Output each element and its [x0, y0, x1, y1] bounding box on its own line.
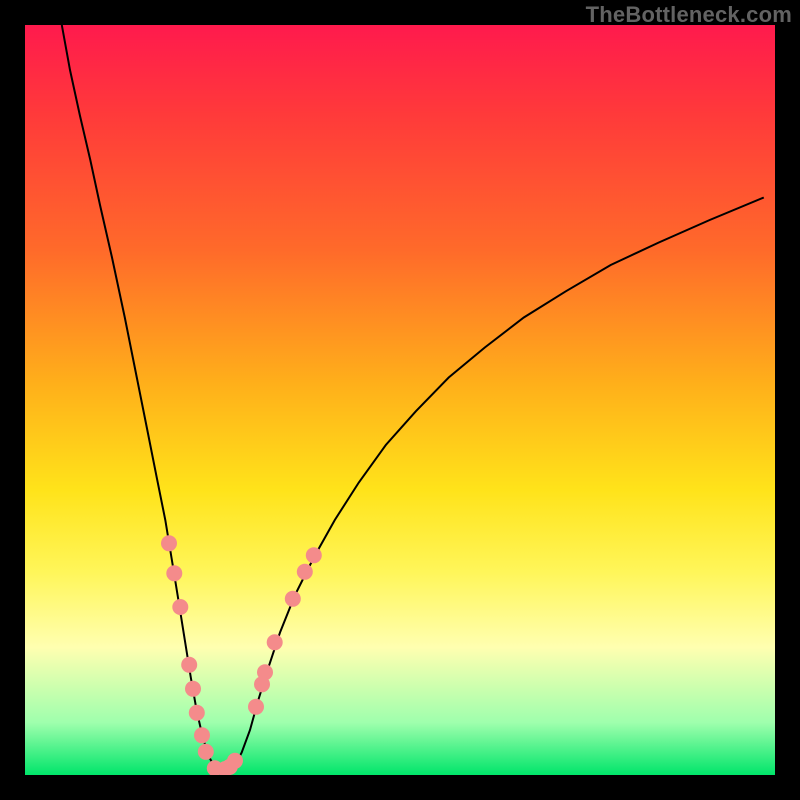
- data-points-group: [161, 535, 322, 775]
- data-point: [172, 599, 188, 615]
- curve-left-branch: [62, 25, 228, 771]
- data-point: [166, 565, 182, 581]
- data-point: [248, 699, 264, 715]
- data-point: [285, 591, 301, 607]
- data-point: [194, 727, 210, 743]
- chart-frame: TheBottleneck.com: [0, 0, 800, 800]
- data-point: [181, 657, 197, 673]
- data-point: [306, 547, 322, 563]
- chart-plot-area: [25, 25, 775, 775]
- data-point: [189, 705, 205, 721]
- data-point: [227, 753, 243, 769]
- curve-right-branch: [228, 198, 764, 772]
- watermark-label: TheBottleneck.com: [586, 2, 792, 28]
- data-point: [297, 564, 313, 580]
- data-point: [161, 535, 177, 551]
- data-point: [257, 664, 273, 680]
- data-point: [267, 634, 283, 650]
- data-point: [198, 744, 214, 760]
- data-point: [185, 681, 201, 697]
- chart-overlay-svg: [25, 25, 775, 775]
